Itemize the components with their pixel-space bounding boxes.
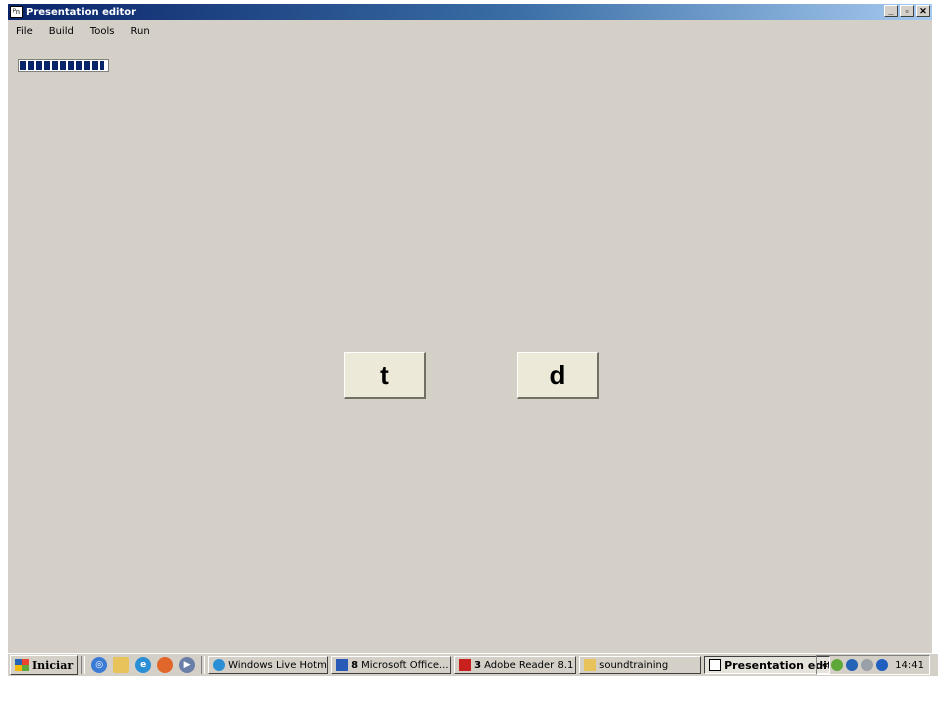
folder-icon[interactable]: [113, 657, 130, 673]
taskbar: Iniciar ◎ e ▶ Windows Live Hotm... 8 Mic…: [8, 653, 938, 676]
start-label: Iniciar: [32, 658, 74, 672]
taskbar-separator: [81, 656, 86, 674]
progress-bar: [18, 59, 109, 72]
tray-expand-icon[interactable]: «: [822, 660, 828, 671]
network-icon[interactable]: [831, 659, 844, 671]
task-label: soundtraining: [599, 659, 669, 671]
task-presentation-editor[interactable]: Presentation edit...: [704, 656, 831, 674]
desktop-icon[interactable]: ◎: [91, 657, 108, 673]
start-button[interactable]: Iniciar: [10, 655, 79, 675]
update-icon[interactable]: [876, 659, 889, 671]
menu-build[interactable]: Build: [41, 26, 82, 37]
progress-fill: [20, 61, 104, 70]
volume-icon[interactable]: [861, 659, 874, 671]
app-icon: [709, 659, 722, 671]
app-icon[interactable]: ᴾn: [10, 6, 23, 18]
window-title: Presentation editor: [26, 6, 137, 18]
taskbar-separator: [201, 656, 206, 674]
menu-tools[interactable]: Tools: [82, 26, 123, 37]
task-soundtraining[interactable]: soundtraining: [579, 656, 702, 674]
ie-icon: [213, 659, 226, 671]
minimize-button[interactable]: _: [884, 5, 898, 17]
security-icon[interactable]: [846, 659, 859, 671]
system-tray: « 14:41: [815, 655, 930, 675]
task-count: 3: [474, 659, 482, 671]
menu-run[interactable]: Run: [122, 26, 157, 37]
app-window: ᴾn Presentation editor _ ▫ ✕ File Build …: [8, 4, 932, 654]
task-label: Presentation edit...: [724, 658, 829, 672]
menu-bar: File Build Tools Run: [8, 22, 932, 40]
choice-button-d[interactable]: d: [517, 352, 599, 399]
close-button[interactable]: ✕: [916, 5, 930, 17]
task-label: Adobe Reader 8.1: [484, 659, 574, 671]
acrobat-icon: [459, 659, 472, 671]
task-label: Windows Live Hotm...: [228, 659, 329, 671]
task-count: 8: [351, 659, 359, 671]
ie-icon[interactable]: e: [135, 657, 152, 673]
menu-file[interactable]: File: [8, 26, 41, 37]
maximize-button[interactable]: ▫: [900, 5, 914, 17]
windows-logo-icon: [15, 659, 29, 671]
task-adobe-reader[interactable]: 3 Adobe Reader 8.1 ▼: [454, 656, 577, 674]
window-controls: _ ▫ ✕: [884, 5, 930, 17]
media-icon[interactable]: ▶: [179, 657, 196, 673]
task-windows-live[interactable]: Windows Live Hotm...: [208, 656, 329, 674]
task-microsoft-office[interactable]: 8 Microsoft Office... ▼: [331, 656, 452, 674]
firefox-icon[interactable]: [157, 657, 174, 673]
title-bar[interactable]: ᴾn Presentation editor _ ▫ ✕: [8, 4, 932, 20]
clock: 14:41: [895, 659, 924, 671]
task-label: Microsoft Office...: [361, 659, 449, 671]
word-icon: [336, 659, 349, 671]
choice-button-t[interactable]: t: [344, 352, 426, 399]
folder-icon: [584, 659, 597, 671]
